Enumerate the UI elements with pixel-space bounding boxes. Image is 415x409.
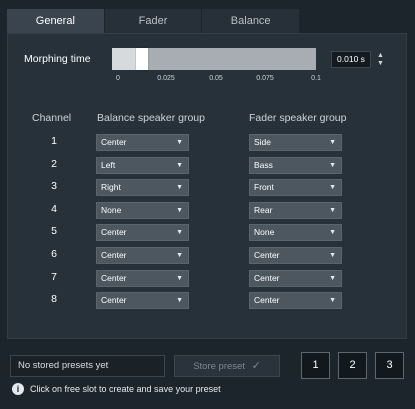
- balance-speaker-group-select[interactable]: Center ▼: [96, 269, 189, 287]
- chevron-down-icon: ▼: [176, 139, 183, 146]
- select-value: Side: [254, 137, 272, 147]
- balance-speaker-group-select[interactable]: Left ▼: [96, 156, 189, 174]
- select-value: None: [254, 227, 275, 238]
- fader-speaker-group-select[interactable]: Center ▼: [249, 269, 342, 287]
- tick-label: 0.025: [157, 75, 175, 82]
- select-value: Front: [254, 182, 274, 193]
- fader-speaker-group-select[interactable]: Center ▼: [249, 292, 342, 310]
- select-value: Center: [101, 137, 127, 147]
- preset-hint: Click on free slot to create and save yo…: [30, 384, 221, 394]
- channel-number: 6: [51, 248, 57, 260]
- chevron-down-icon: ▼: [176, 229, 183, 237]
- check-icon: ✓: [251, 360, 261, 372]
- chevron-down-icon: ▼: [176, 184, 183, 192]
- preset-slot-1[interactable]: 1: [301, 352, 330, 379]
- chevron-down-icon: ▼: [329, 274, 336, 282]
- channel-number: 3: [51, 180, 57, 193]
- fader-speaker-group-select[interactable]: Center ▼: [249, 247, 342, 264]
- channel-number: 2: [51, 157, 57, 170]
- tab-bar: General Fader Balance: [7, 9, 301, 33]
- chevron-down-icon: ▼: [176, 252, 183, 259]
- fader-speaker-group-select[interactable]: Front ▼: [249, 179, 342, 197]
- store-preset-label: Store preset: [193, 361, 245, 372]
- select-value: Center: [254, 272, 280, 283]
- chevron-down-icon: ▼: [329, 229, 336, 237]
- chevron-down-icon: ▼: [176, 206, 183, 214]
- morphing-time-input[interactable]: 0.010 s: [331, 51, 371, 68]
- general-panel: Morphing time 0 0.025 0.05 0.075 0.1 0.0…: [7, 33, 407, 339]
- select-value: Center: [101, 227, 127, 238]
- select-value: Bass: [254, 159, 273, 170]
- tab-balance[interactable]: Balance: [202, 9, 301, 33]
- morphing-time-slider[interactable]: [112, 48, 316, 70]
- chevron-down-icon: ▼: [329, 184, 336, 192]
- fader-group-header: Fader speaker group: [249, 112, 347, 124]
- balance-speaker-group-select[interactable]: Center ▼: [96, 292, 189, 310]
- fader-speaker-group-select[interactable]: Side ▼: [249, 134, 342, 151]
- channel-number: 4: [51, 202, 57, 215]
- select-value: Center: [101, 295, 127, 306]
- fader-speaker-group-select[interactable]: None ▼: [249, 224, 342, 242]
- preset-status-field: No stored presets yet: [10, 355, 165, 377]
- tick-label: 0.1: [311, 75, 321, 82]
- select-value: Center: [254, 295, 280, 306]
- slider-ticks: 0 0.025 0.05 0.075 0.1: [112, 75, 321, 87]
- balance-speaker-group-select[interactable]: None ▼: [96, 201, 189, 219]
- morphing-time-label: Morphing time: [24, 53, 91, 65]
- select-value: Left: [101, 159, 116, 170]
- store-preset-button[interactable]: Store preset ✓: [174, 355, 280, 377]
- balance-group-header: Balance speaker group: [97, 112, 205, 124]
- info-icon: i: [12, 383, 24, 395]
- select-value: Center: [101, 272, 127, 283]
- up-down-spinner-icon[interactable]: ▲ ▼: [376, 52, 385, 68]
- balance-speaker-group-select[interactable]: Center ▼: [96, 224, 189, 242]
- chevron-down-icon: ▼: [329, 252, 336, 259]
- tick-label: 0.075: [256, 75, 274, 82]
- select-value: Right: [101, 182, 121, 193]
- chevron-down-icon: ▼: [329, 139, 336, 146]
- select-value: None: [101, 204, 122, 215]
- chevron-down-icon: ▼: [329, 161, 336, 169]
- tab-fader[interactable]: Fader: [104, 9, 203, 33]
- tick-label: 0.05: [209, 75, 223, 82]
- channel-number: 8: [51, 293, 57, 306]
- tick-label: 0: [116, 75, 120, 82]
- chevron-down-icon: ▼: [176, 274, 183, 282]
- fader-speaker-group-select[interactable]: Bass ▼: [249, 156, 342, 174]
- fader-speaker-group-select[interactable]: Rear ▼: [249, 201, 342, 219]
- preset-slot-2[interactable]: 2: [338, 352, 367, 379]
- select-value: Rear: [254, 204, 273, 215]
- slider-thumb[interactable]: [136, 48, 149, 70]
- chevron-down-icon: ▼: [176, 297, 183, 305]
- balance-speaker-group-select[interactable]: Right ▼: [96, 179, 189, 197]
- chevron-down-icon: ▼: [329, 206, 336, 214]
- tab-general[interactable]: General: [7, 9, 105, 33]
- slider-fill: [112, 48, 138, 70]
- preset-slot-3[interactable]: 3: [375, 352, 404, 379]
- chevron-down-icon: ▼: [329, 297, 336, 305]
- spinner-down-icon[interactable]: ▼: [376, 60, 385, 68]
- channel-number: 1: [51, 135, 57, 147]
- balance-speaker-group-select[interactable]: Center ▼: [96, 134, 189, 151]
- channel-header: Channel: [32, 112, 72, 124]
- select-value: Center: [254, 250, 280, 260]
- chevron-down-icon: ▼: [176, 161, 183, 169]
- channel-number: 7: [51, 270, 57, 283]
- select-value: Center: [101, 250, 127, 260]
- channel-number: 5: [51, 225, 57, 238]
- balance-speaker-group-select[interactable]: Center ▼: [96, 247, 189, 264]
- spinner-up-icon[interactable]: ▲: [376, 52, 385, 60]
